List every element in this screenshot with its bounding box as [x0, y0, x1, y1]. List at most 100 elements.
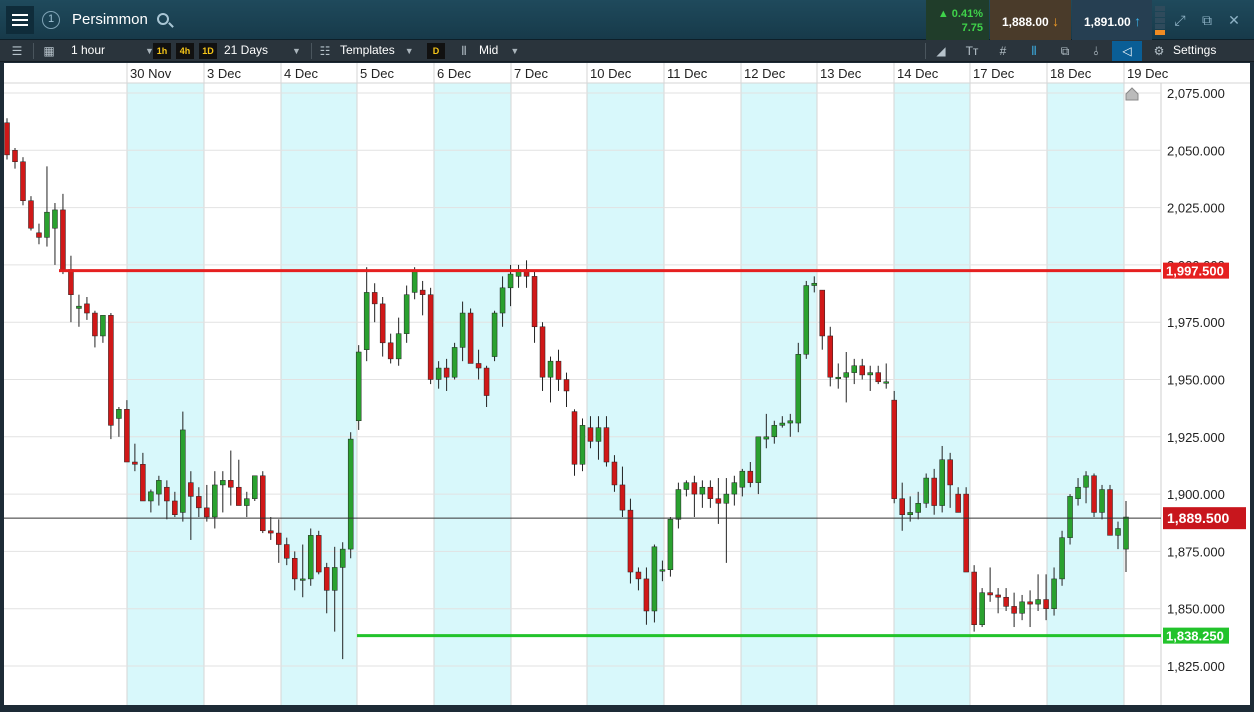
price-chart[interactable]: 30 Nov 3 Dec 4 Dec 5 Dec 6 Dec 7 Dec 10 Dec 11 … — [4, 63, 1250, 705]
candle-body — [539, 326, 546, 378]
candle — [699, 480, 706, 508]
expand-icon[interactable]: ⤢ — [1171, 12, 1189, 29]
candle-body — [587, 427, 594, 442]
candle-body — [323, 567, 330, 591]
candle-body — [148, 491, 154, 502]
x-tick-label: 10 Dec — [590, 66, 632, 81]
candle-body — [44, 211, 50, 238]
list-icon[interactable]: ☰ — [8, 43, 26, 59]
settings-button[interactable]: Settings — [1173, 40, 1216, 62]
candle-body — [723, 493, 730, 504]
candle — [108, 313, 114, 440]
candle-body — [443, 367, 450, 378]
quick-interval-4h[interactable]: 4h — [176, 43, 194, 59]
candle-body — [579, 425, 586, 465]
candle-body — [987, 592, 993, 596]
x-tick-label: 7 Dec — [514, 66, 548, 81]
x-tick-label: 3 Dec — [207, 66, 241, 81]
x-tick-label: 13 Dec — [820, 66, 862, 81]
candle-body — [699, 486, 706, 495]
indicator-icon[interactable]: ⫰ — [1087, 43, 1105, 59]
d-button[interactable]: D — [427, 43, 445, 59]
candle-body — [363, 292, 370, 350]
candle — [859, 358, 865, 380]
candle-body — [795, 354, 802, 424]
candle-body — [731, 482, 738, 495]
candle — [252, 475, 258, 501]
x-tick-label: 14 Dec — [897, 66, 939, 81]
interval-dropdown[interactable]: 1 hour ▼ — [71, 40, 154, 62]
candle — [28, 196, 34, 231]
candle — [515, 264, 522, 288]
sell-price: 1,888.00 — [1002, 15, 1049, 29]
tag-tool-button[interactable]: ◁ — [1112, 41, 1142, 61]
chart-area[interactable]: 30 Nov 3 Dec 4 Dec 5 Dec 6 Dec 7 Dec 10 Dec 11 … — [4, 63, 1250, 705]
range-dropdown[interactable]: 21 Days ▼ — [224, 40, 301, 62]
candle — [355, 345, 362, 430]
templates-dropdown[interactable]: Templates ▼ — [340, 40, 414, 62]
candle-body — [196, 496, 202, 509]
candle-body — [963, 493, 969, 573]
candle-body — [228, 480, 234, 488]
x-tick-label: 19 Dec — [1127, 66, 1169, 81]
candle — [723, 478, 730, 563]
candle — [244, 491, 250, 518]
candle-body — [339, 548, 346, 568]
candle-body — [220, 480, 226, 486]
candle — [651, 544, 658, 623]
quick-interval-1h[interactable]: 1h — [153, 43, 171, 59]
candle-body — [108, 315, 114, 426]
candle-body — [116, 409, 122, 419]
candle-body — [763, 436, 770, 440]
candle-body — [180, 429, 186, 513]
close-icon[interactable]: ✕ — [1225, 12, 1243, 29]
candles-toggle-icon[interactable]: ⫴ — [1025, 43, 1043, 59]
text-size-icon[interactable]: Tт — [963, 43, 981, 59]
candle-body — [387, 342, 394, 360]
y-tick-label: 1,950.000 — [1167, 373, 1225, 388]
candle-body — [124, 409, 130, 463]
sell-price-button[interactable]: 1,888.00 ↓ — [990, 0, 1071, 40]
popout-icon[interactable]: ⧉ — [1198, 12, 1216, 29]
buy-price-button[interactable]: 1,891.00 ↑ — [1072, 0, 1152, 40]
candle-body — [1011, 606, 1017, 614]
layout-icon[interactable]: ▦ — [40, 43, 58, 59]
candle-body — [252, 475, 258, 499]
search-icon[interactable] — [157, 13, 169, 25]
candle-body — [947, 459, 953, 486]
hamburger-menu-icon[interactable] — [6, 6, 34, 34]
candle-body — [907, 512, 913, 515]
candle-body — [595, 427, 602, 442]
candle — [228, 450, 234, 506]
copy-icon[interactable]: ⧉ — [1056, 43, 1074, 59]
candle-body — [923, 477, 929, 504]
candle-body — [771, 425, 778, 438]
candle-body — [1123, 516, 1129, 550]
candle-body — [643, 578, 650, 612]
candle-body — [555, 360, 562, 380]
candle-body — [1035, 599, 1041, 605]
info-icon[interactable]: 1 — [42, 11, 60, 29]
draw-line-icon[interactable]: ◢ — [932, 43, 950, 59]
candle — [563, 372, 570, 408]
candle-body — [36, 232, 42, 238]
candle-body — [92, 312, 98, 337]
candle-body — [371, 292, 378, 305]
candle-body — [1019, 601, 1025, 614]
candle — [427, 287, 434, 385]
grid-icon[interactable]: # — [994, 43, 1012, 59]
candle-body — [739, 470, 746, 488]
scroll-marker-icon — [1125, 87, 1139, 101]
y-tick-label: 2,025.000 — [1167, 201, 1225, 216]
quick-interval-1d[interactable]: 1D — [199, 43, 217, 59]
candle — [36, 223, 42, 245]
candle-body — [891, 399, 897, 499]
candle — [1019, 594, 1025, 621]
candle — [627, 498, 634, 584]
candle-body — [1027, 601, 1033, 605]
candle-body — [451, 347, 458, 378]
price-type-dropdown[interactable]: Mid ▼ — [479, 40, 519, 62]
y-tick-label: 1,825.000 — [1167, 659, 1225, 674]
gear-icon[interactable]: ⚙ — [1151, 43, 1167, 59]
candle — [124, 400, 130, 463]
